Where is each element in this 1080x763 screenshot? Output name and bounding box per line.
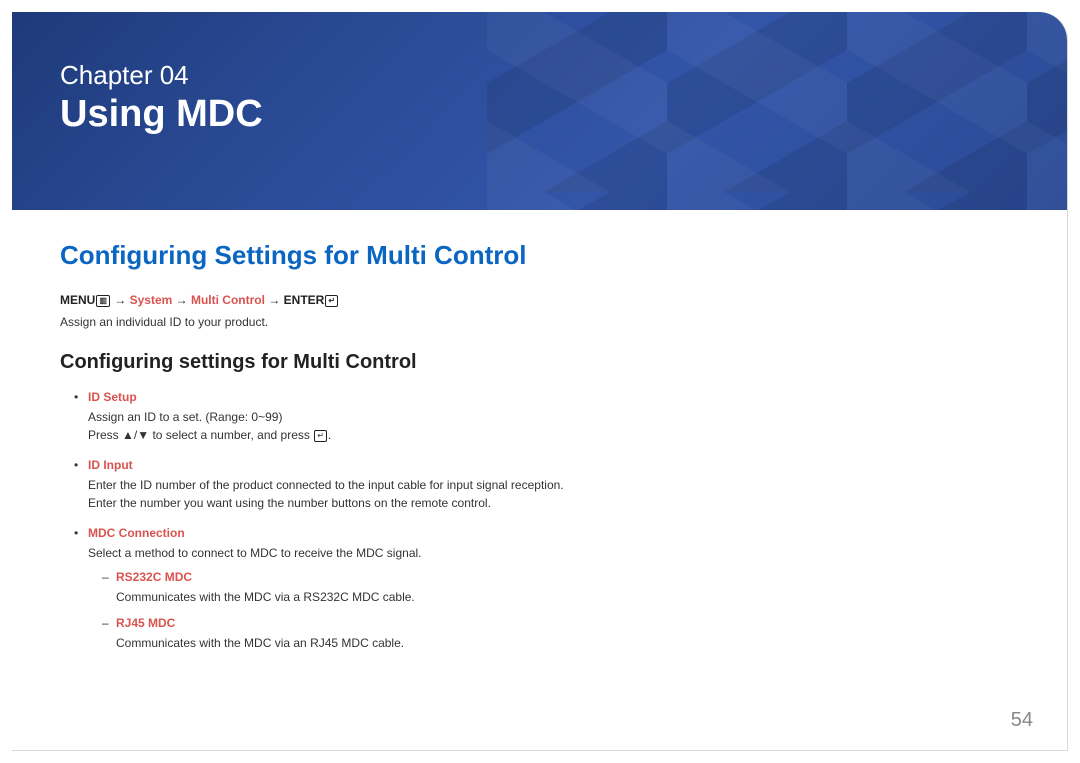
item-title: MDC Connection	[88, 524, 1019, 542]
sublist-item-rj45: RJ45 MDC Communicates with the MDC via a…	[102, 614, 1019, 652]
item-desc: Select a method to connect to MDC to rec…	[88, 544, 1019, 562]
item-title: RS232C MDC	[116, 568, 1019, 586]
content-area: Configuring Settings for Multi Control M…	[12, 210, 1067, 652]
item-desc: Enter the number you want using the numb…	[88, 494, 1019, 512]
text-fragment: to select a number, and press	[149, 428, 313, 442]
mdc-sublist: RS232C MDC Communicates with the MDC via…	[88, 568, 1019, 652]
menu-nav-path: MENU▥ → System → Multi Control → ENTER↵	[60, 293, 1019, 307]
nav-multi-control: Multi Control	[191, 293, 265, 307]
settings-list: ID Setup Assign an ID to a set. (Range: …	[60, 388, 1019, 652]
list-item-id-setup: ID Setup Assign an ID to a set. (Range: …	[74, 388, 1019, 444]
hero-banner: Chapter 04 Using MDC	[12, 12, 1067, 210]
item-desc: Press ▲/▼ to select a number, and press …	[88, 426, 1019, 444]
sublist-item-rs232c: RS232C MDC Communicates with the MDC via…	[102, 568, 1019, 606]
nav-menu-label: MENU	[60, 293, 95, 307]
list-item-id-input: ID Input Enter the ID number of the prod…	[74, 456, 1019, 512]
enter-icon: ↵	[325, 295, 338, 307]
item-desc: Assign an ID to a set. (Range: 0~99)	[88, 408, 1019, 426]
nav-enter-label: ENTER	[284, 293, 325, 307]
enter-icon: ↵	[314, 430, 327, 442]
item-title: ID Input	[88, 456, 1019, 474]
chapter-label: Chapter 04	[60, 60, 1019, 91]
subsection-heading: Configuring settings for Multi Control	[60, 351, 1019, 374]
arrow-icon: →	[114, 293, 126, 307]
updown-icon: ▲/▼	[122, 428, 149, 442]
menu-icon: ▥	[96, 295, 110, 307]
page-container: Chapter 04 Using MDC Configuring Setting…	[0, 0, 1080, 763]
item-desc: Communicates with the MDC via an RJ45 MD…	[116, 634, 1019, 652]
nav-system: System	[130, 293, 173, 307]
page-inner: Chapter 04 Using MDC Configuring Setting…	[12, 12, 1068, 751]
text-fragment: Press	[88, 428, 122, 442]
chapter-title: Using MDC	[60, 93, 1019, 136]
page-number: 54	[1011, 709, 1033, 732]
assign-text: Assign an individual ID to your product.	[60, 315, 1019, 329]
arrow-icon: →	[176, 293, 188, 307]
arrow-icon: →	[268, 293, 280, 307]
item-desc: Enter the ID number of the product conne…	[88, 476, 1019, 494]
item-title: ID Setup	[88, 388, 1019, 406]
text-fragment: .	[328, 428, 331, 442]
section-heading: Configuring Settings for Multi Control	[60, 240, 1019, 271]
list-item-mdc-connection: MDC Connection Select a method to connec…	[74, 524, 1019, 652]
item-desc: Communicates with the MDC via a RS232C M…	[116, 588, 1019, 606]
item-title: RJ45 MDC	[116, 614, 1019, 632]
